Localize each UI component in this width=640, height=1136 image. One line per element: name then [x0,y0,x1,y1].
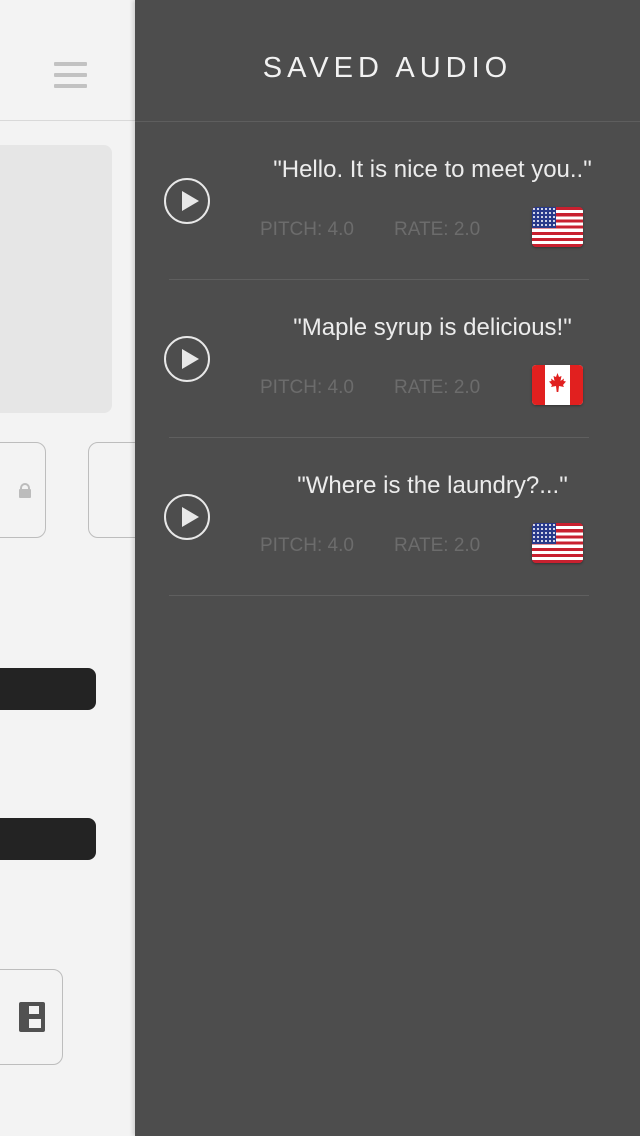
saved-audio-item[interactable]: "Hello. It is nice to meet you.." PITCH:… [135,122,640,280]
saved-audio-item[interactable]: "Maple syrup is delicious!" PITCH: 4.0 R… [135,280,640,438]
rate-value: RATE: 2.0 [394,535,481,556]
play-icon[interactable] [164,336,210,382]
pitch-value: PITCH: 4.0 [260,377,354,398]
pitch-slider[interactable] [0,668,96,710]
pitch-value: PITCH: 4.0 [260,535,354,556]
floppy-disk-icon [19,1002,45,1032]
audio-quote: "Hello. It is nice to meet you.." [273,156,592,183]
us-flag-icon [532,207,583,247]
save-button[interactable] [0,969,63,1065]
saved-audio-item[interactable]: "Where is the laundry?..." PITCH: 4.0 RA… [135,438,640,596]
play-icon[interactable] [164,494,210,540]
divider [169,595,589,596]
rate-value: RATE: 2.0 [394,219,481,240]
lock-icon [19,483,31,498]
lock-button[interactable] [0,442,46,538]
rate-value: RATE: 2.0 [394,377,481,398]
play-icon[interactable] [164,178,210,224]
us-flag-icon [532,523,583,563]
pitch-value: PITCH: 4.0 [260,219,354,240]
saved-audio-drawer: SAVED AUDIO "Hello. It is nice to meet y… [135,0,640,1136]
canada-flag-icon [532,365,583,405]
audio-quote: "Maple syrup is delicious!" [293,314,572,341]
audio-quote: "Where is the laundry?..." [297,472,568,499]
drawer-title: SAVED AUDIO [262,52,513,84]
hamburger-menu-icon[interactable] [54,62,87,88]
rate-slider[interactable] [0,818,96,860]
main-panel [0,0,168,1136]
text-input-area[interactable] [0,145,112,413]
main-header [0,0,135,121]
